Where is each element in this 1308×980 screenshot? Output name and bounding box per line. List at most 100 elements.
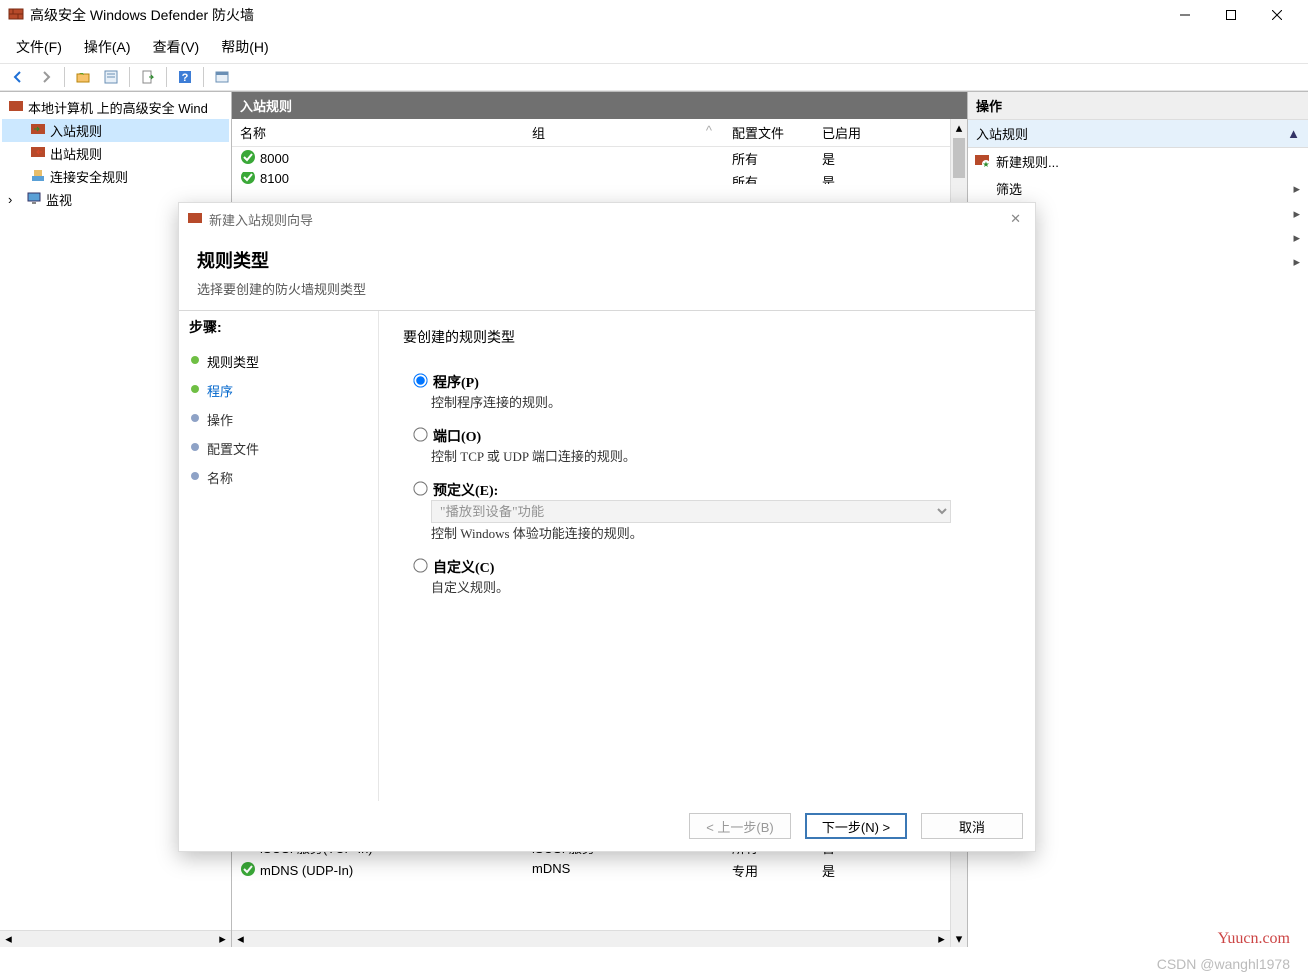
- steps-label: 步骤:: [189, 319, 222, 335]
- cell: 是: [822, 861, 882, 880]
- cell: 专用: [732, 861, 822, 880]
- actions-sub-label: 入站规则: [976, 124, 1028, 143]
- action-label: 筛选: [996, 179, 1285, 198]
- export-icon[interactable]: [136, 65, 160, 89]
- step-program[interactable]: 程序: [189, 376, 368, 405]
- rule-row[interactable]: 8000 所有 是: [232, 147, 950, 170]
- cell: mDNS: [532, 861, 732, 880]
- chevron-right-icon: [1293, 181, 1300, 197]
- properties-icon[interactable]: [99, 65, 123, 89]
- col-profile[interactable]: 配置文件: [732, 123, 822, 142]
- rule-row[interactable]: 8100 所有 是: [232, 170, 950, 186]
- cell: 是: [822, 172, 882, 184]
- wizard-header: 规则类型: [197, 247, 1017, 273]
- cell: [532, 149, 732, 168]
- radio-predefined[interactable]: 预定义(E):: [409, 482, 498, 498]
- collapse-icon[interactable]: ▲: [1287, 126, 1300, 141]
- svg-text:★: ★: [982, 160, 989, 168]
- tree-item-label: 出站规则: [50, 144, 102, 163]
- col-name[interactable]: 名称: [232, 123, 532, 142]
- cancel-button[interactable]: 取消: [921, 813, 1023, 839]
- wizard-dialog: 新建入站规则向导 ✕ 规则类型 选择要创建的防火墙规则类型 步骤: 规则类型 程…: [178, 202, 1036, 852]
- center-header: 入站规则: [232, 92, 967, 119]
- col-group[interactable]: 组^: [532, 123, 732, 142]
- forward-icon[interactable]: [34, 65, 58, 89]
- chevron-right-icon: [1293, 230, 1300, 246]
- back-icon[interactable]: [6, 65, 30, 89]
- tree-root-label: 本地计算机 上的高级安全 Wind: [28, 98, 208, 117]
- watermark: CSDN @wanghl1978: [1157, 956, 1290, 972]
- cell: 所有: [732, 172, 822, 184]
- svg-text:?: ?: [182, 72, 189, 84]
- wizard-title: 新建入站规则向导: [209, 210, 313, 229]
- actions-sub: 入站规则 ▲: [968, 120, 1308, 148]
- actions-header: 操作: [968, 92, 1308, 120]
- check-icon: [240, 861, 256, 880]
- minimize-button[interactable]: [1162, 0, 1208, 30]
- firewall-icon: [187, 210, 203, 229]
- action-new-rule[interactable]: ★ 新建规则...: [968, 148, 1308, 175]
- action-filter[interactable]: 筛选: [968, 175, 1308, 202]
- new-rule-icon: ★: [974, 152, 990, 171]
- opt-desc: 自定义规则。: [431, 577, 1011, 596]
- wizard-content: 要创建的规则类型 程序(P) 控制程序连接的规则。 端口(O) 控制 TCP 或…: [379, 311, 1035, 801]
- tree-root[interactable]: 本地计算机 上的高级安全 Wind: [2, 96, 229, 119]
- wizard-sub: 选择要创建的防火墙规则类型: [197, 279, 1017, 298]
- inbound-icon: [30, 121, 46, 140]
- menubar: 文件(F) 操作(A) 查看(V) 帮助(H): [0, 30, 1308, 63]
- connection-icon: [30, 167, 46, 186]
- chevron-right-icon: [1293, 206, 1300, 222]
- step-profile[interactable]: 配置文件: [189, 434, 368, 463]
- firewall-icon: [8, 6, 24, 25]
- maximize-button[interactable]: [1208, 0, 1254, 30]
- next-button[interactable]: 下一步(N) >: [805, 813, 907, 839]
- chevron-right-icon: [1293, 254, 1300, 270]
- toolbar: ?: [0, 63, 1308, 91]
- monitor-icon: [26, 190, 42, 209]
- radio-port[interactable]: 端口(O): [409, 428, 481, 444]
- rule-row[interactable]: mDNS (UDP-In) mDNS 专用 是: [232, 859, 950, 882]
- radio-custom[interactable]: 自定义(C): [409, 559, 494, 575]
- menu-view[interactable]: 查看(V): [149, 35, 204, 59]
- wizard-steps: 步骤: 规则类型 程序 操作 配置文件 名称: [179, 311, 379, 801]
- tree-item-label: 连接安全规则: [50, 167, 128, 186]
- wizard-close-button[interactable]: ✕: [1004, 209, 1027, 229]
- menu-help[interactable]: 帮助(H): [217, 35, 272, 59]
- tree-hscroll[interactable]: ◂▸: [0, 930, 231, 947]
- wizard-question: 要创建的规则类型: [403, 327, 1011, 347]
- watermark: Yuucn.com: [1218, 930, 1290, 948]
- tree-item-label: 监视: [46, 190, 72, 209]
- help-icon[interactable]: ?: [173, 65, 197, 89]
- opt-desc: 控制 Windows 体验功能连接的规则。: [431, 523, 1011, 542]
- tree-item-label: 入站规则: [50, 121, 102, 140]
- step-rule-type[interactable]: 规则类型: [189, 347, 368, 376]
- center-hscroll[interactable]: ◂▸: [232, 930, 950, 947]
- opt-desc: 控制 TCP 或 UDP 端口连接的规则。: [431, 446, 1011, 465]
- radio-program[interactable]: 程序(P): [409, 374, 479, 390]
- titlebar: 高级安全 Windows Defender 防火墙: [0, 0, 1308, 30]
- menu-file[interactable]: 文件(F): [12, 35, 66, 59]
- cell: 所有: [732, 149, 822, 168]
- menu-action[interactable]: 操作(A): [80, 35, 135, 59]
- action-label: 新建规则...: [996, 152, 1059, 171]
- outbound-icon: [30, 144, 46, 163]
- column-headers[interactable]: 名称 组^ 配置文件 已启用: [232, 119, 950, 147]
- check-icon: [240, 149, 256, 168]
- cell: 8100: [260, 172, 289, 184]
- close-button[interactable]: [1254, 0, 1300, 30]
- tree-connsec[interactable]: 连接安全规则: [2, 165, 229, 188]
- folder-icon[interactable]: [71, 65, 95, 89]
- firewall-icon: [8, 98, 24, 117]
- tree-outbound[interactable]: 出站规则: [2, 142, 229, 165]
- col-enabled[interactable]: 已启用: [822, 123, 882, 142]
- cell: mDNS (UDP-In): [260, 863, 353, 878]
- panel-icon[interactable]: [210, 65, 234, 89]
- step-name[interactable]: 名称: [189, 463, 368, 492]
- back-button: < 上一步(B): [689, 813, 791, 839]
- opt-desc: 控制程序连接的规则。: [431, 392, 1011, 411]
- cell: 8000: [260, 151, 289, 166]
- step-action[interactable]: 操作: [189, 405, 368, 434]
- cell: 是: [822, 149, 882, 168]
- window-title: 高级安全 Windows Defender 防火墙: [30, 5, 254, 25]
- tree-inbound[interactable]: 入站规则: [2, 119, 229, 142]
